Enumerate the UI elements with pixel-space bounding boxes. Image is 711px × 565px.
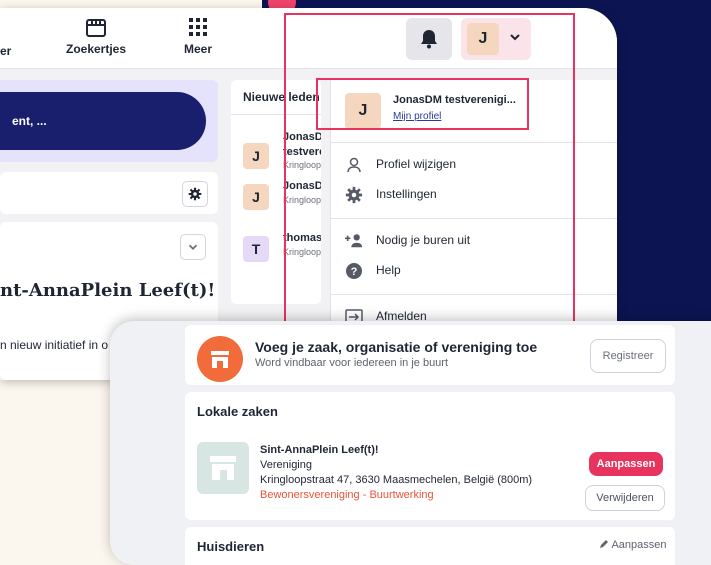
chevron-down-icon bbox=[188, 244, 198, 250]
register-subtitle: Word vindbaar voor iedereen in je buurt bbox=[255, 357, 449, 369]
storefront-icon bbox=[66, 18, 126, 42]
nav-item-partial-label: er bbox=[0, 44, 12, 58]
business-category: Bewonersvereniging - Buurtwerking bbox=[260, 489, 434, 501]
settings-card bbox=[0, 172, 218, 214]
local-businesses-card: Lokale zaken Sint-AnnaPlein Leef(t)! Ver… bbox=[185, 392, 675, 520]
highlight-outline-menu bbox=[284, 13, 575, 333]
initiative-text: n nieuw initiatief in o bbox=[0, 338, 109, 352]
register-business-card: Voeg je zaak, organisatie of vereniging … bbox=[185, 325, 675, 385]
business-type: Vereniging bbox=[260, 459, 312, 471]
edit-business-button[interactable]: Aanpassen bbox=[589, 452, 663, 476]
expand-button[interactable] bbox=[180, 234, 206, 260]
business-name[interactable]: Sint-AnnaPlein Leef(t)! bbox=[260, 444, 379, 456]
pets-edit-link[interactable]: Aanpassen bbox=[599, 539, 667, 551]
member-avatar: T bbox=[243, 236, 269, 262]
card-settings-button[interactable] bbox=[182, 181, 208, 207]
gear-icon bbox=[188, 187, 202, 201]
grid-icon bbox=[184, 18, 212, 42]
register-button[interactable]: Registreer bbox=[590, 339, 666, 373]
nav-item-zoekertjes[interactable]: Zoekertjes bbox=[66, 18, 126, 56]
pets-heading: Huisdieren bbox=[197, 539, 265, 554]
search-pill[interactable]: ent, ... bbox=[0, 92, 206, 150]
nav-item-meer[interactable]: Meer bbox=[184, 18, 212, 56]
highlight-outline-profile bbox=[316, 78, 529, 130]
initiative-title: nt-AnnaPlein Leef(t)! bbox=[0, 280, 216, 301]
remove-business-button[interactable]: Verwijderen bbox=[585, 485, 665, 511]
pets-card: Huisdieren Aanpassen bbox=[185, 527, 675, 565]
nav-item-zoekertjes-label: Zoekertjes bbox=[66, 42, 127, 56]
pets-edit-label: Aanpassen bbox=[611, 539, 667, 551]
nav-item-partial[interactable]: er bbox=[0, 44, 11, 58]
member-avatar: J bbox=[243, 143, 269, 169]
nav-item-meer-label: Meer bbox=[184, 42, 213, 56]
member-avatar: J bbox=[243, 184, 269, 210]
business-window: Voeg je zaak, organisatie of vereniging … bbox=[110, 321, 711, 565]
business-address: Kringloopstraat 47, 3630 Maasmechelen, B… bbox=[260, 474, 533, 486]
register-title: Voeg je zaak, organisatie of vereniging … bbox=[255, 339, 538, 355]
local-businesses-heading: Lokale zaken bbox=[197, 404, 278, 419]
storefront-icon bbox=[197, 336, 243, 382]
pencil-icon bbox=[600, 540, 608, 548]
business-placeholder-image bbox=[197, 442, 249, 494]
highlight-card: ent, ... bbox=[0, 80, 218, 162]
